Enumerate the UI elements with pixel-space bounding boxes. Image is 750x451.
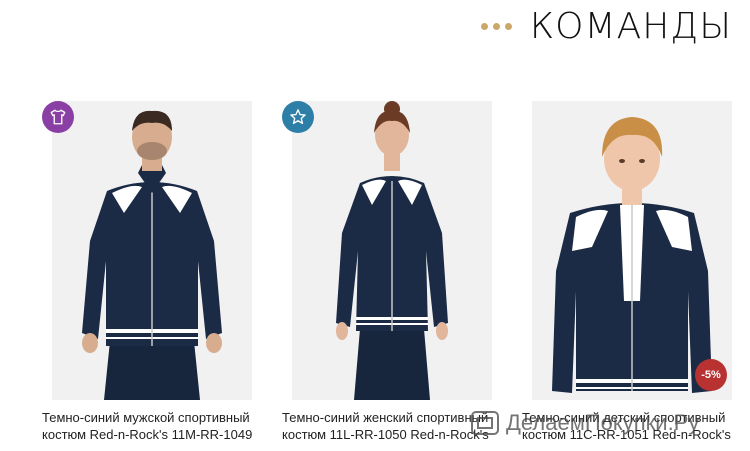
product-caption[interactable]: Темно-синий женский спортивный костюм 11… [282, 409, 502, 443]
product-card[interactable]: -5% Темно-синий детский спортивный костю… [522, 101, 742, 443]
decorative-dots [480, 22, 512, 30]
star-icon [282, 101, 314, 133]
watermark: ДелаемПокупки.Ру [470, 408, 699, 438]
product-image[interactable] [532, 101, 732, 400]
product-caption[interactable]: Темно-синий мужской спортивный костюм Re… [42, 409, 262, 443]
product-image[interactable] [52, 101, 252, 400]
product-card[interactable]: Темно-синий женский спортивный костюм 11… [282, 101, 502, 443]
product-card[interactable]: Темно-синий мужской спортивный костюм Re… [42, 101, 262, 443]
watermark-text: ДелаемПокупки.Ру [506, 410, 700, 435]
t-shirt-icon [42, 101, 74, 133]
section-header: КОМАНДЫ [480, 0, 732, 52]
discount-badge: -5% [695, 359, 727, 391]
section-title: КОМАНДЫ [529, 5, 732, 47]
watermark-logo-icon [471, 411, 499, 435]
product-image[interactable] [292, 101, 492, 400]
